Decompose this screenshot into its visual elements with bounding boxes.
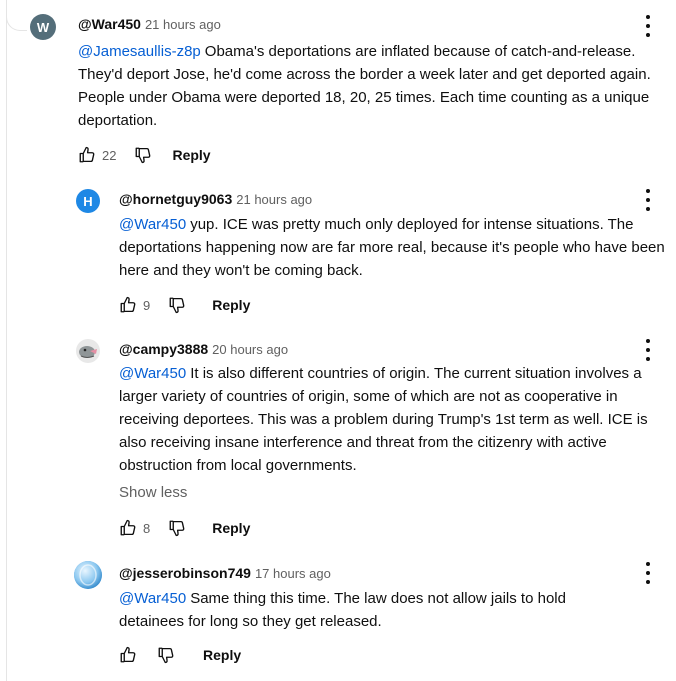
comment-author[interactable]: @campy3888	[119, 341, 208, 357]
dislike-icon[interactable]	[166, 294, 188, 316]
comment-time[interactable]: 21 hours ago	[236, 192, 312, 207]
globe-avatar[interactable]	[74, 561, 102, 589]
reply-button[interactable]: Reply	[212, 297, 250, 313]
comment-text: @War450 yup. ICE was pretty much only dep…	[119, 216, 665, 279]
bird-avatar[interactable]	[76, 339, 100, 363]
dislike-icon[interactable]	[132, 144, 154, 166]
comment-author[interactable]: @hornetguy9063	[119, 191, 232, 207]
mention-link[interactable]: @Jamesaullis-z8p	[78, 43, 201, 60]
comment-author[interactable]: @jesserobinson749	[119, 565, 251, 581]
comment-author[interactable]: @War450	[78, 16, 141, 32]
like-icon[interactable]	[76, 144, 98, 166]
mention-link[interactable]: @War450	[119, 365, 186, 382]
like-icon[interactable]	[117, 294, 139, 316]
mention-link[interactable]: @War450	[119, 216, 186, 233]
dislike-icon[interactable]	[155, 644, 177, 666]
comment-text: @Jamesaullis-z8p Obama's deportations are…	[78, 43, 651, 129]
more-actions-icon[interactable]	[642, 14, 654, 38]
show-less-button[interactable]: Show less	[119, 484, 187, 501]
more-actions-icon[interactable]	[642, 338, 654, 362]
like-count: 8	[143, 520, 151, 536]
avatar[interactable]: H	[76, 189, 100, 213]
mention-link[interactable]: @War450	[119, 590, 186, 607]
comment-time[interactable]: 21 hours ago	[145, 17, 221, 32]
reply-button[interactable]: Reply	[212, 520, 250, 536]
like-count: 9	[143, 297, 151, 313]
reply-button[interactable]: Reply	[203, 647, 241, 663]
comment-time[interactable]: 17 hours ago	[255, 566, 331, 581]
comment-time[interactable]: 20 hours ago	[212, 342, 288, 357]
like-count: 22	[102, 147, 117, 163]
reply-comment: @campy3888 20 hours ago @War450 It is also…	[0, 330, 676, 550]
reply-comment: H @hornetguy9063 21 hours ago @War450 yup.…	[0, 180, 676, 325]
reply-button[interactable]: Reply	[172, 147, 210, 163]
dislike-icon[interactable]	[166, 517, 188, 539]
more-actions-icon[interactable]	[642, 188, 654, 212]
comment: W @War450 21 hours ago @Jamesaullis-z8p Ob…	[0, 0, 676, 175]
reply-comment: @jesserobinson749 17 hours ago @War450 Sam…	[0, 553, 676, 681]
like-icon[interactable]	[117, 517, 139, 539]
more-actions-icon[interactable]	[642, 561, 654, 585]
avatar[interactable]: W	[30, 14, 56, 40]
like-icon[interactable]	[117, 644, 139, 666]
comment-text: @War450 It is also different countries of…	[119, 365, 648, 474]
comment-text: @War450 Same thing this time. The law doe…	[119, 590, 566, 630]
